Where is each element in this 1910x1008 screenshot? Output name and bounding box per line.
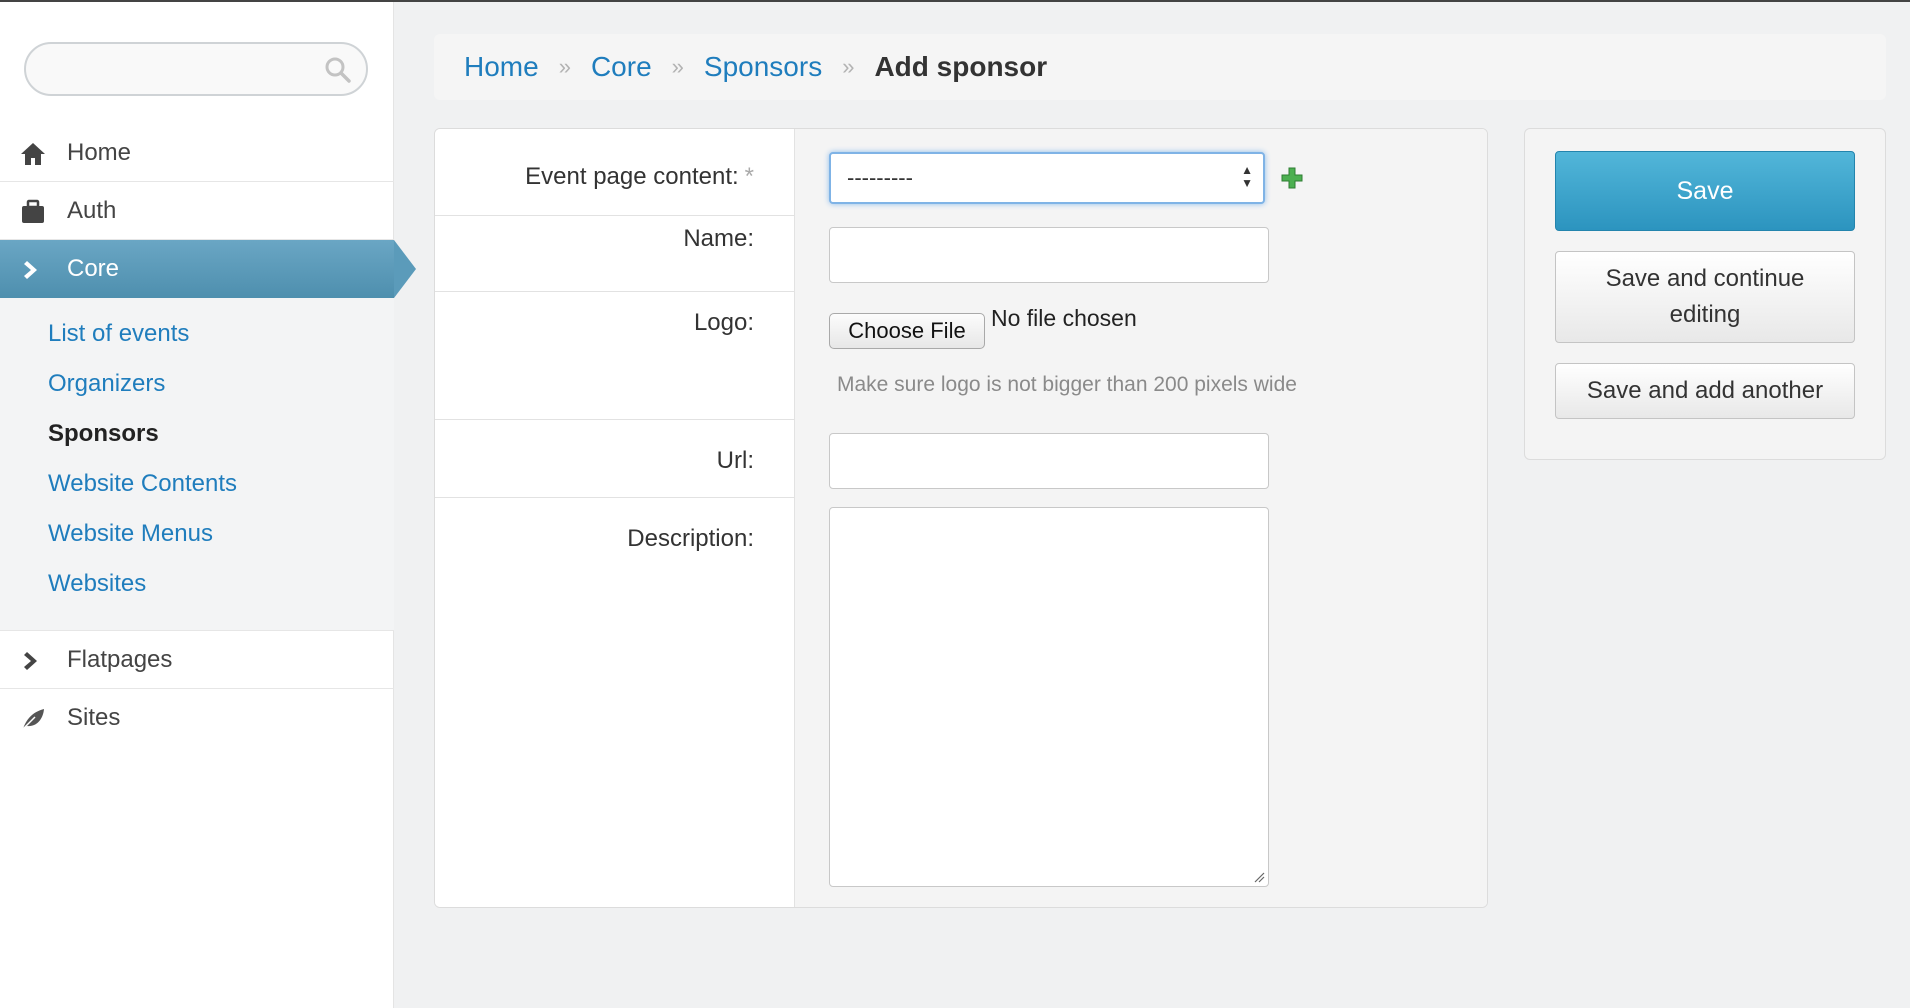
sponsor-form: Event page content: * Name: Logo: Url: De… xyxy=(434,128,1488,908)
event-page-content-select[interactable]: --------- ▲ ▼ xyxy=(829,152,1265,204)
breadcrumb-separator: » xyxy=(671,54,684,79)
resize-handle-icon[interactable] xyxy=(1253,871,1265,883)
sidebar-item-label: Flatpages xyxy=(67,645,173,673)
search-input[interactable] xyxy=(38,50,308,88)
url-label: Url: xyxy=(716,447,754,474)
file-status-text: No file chosen xyxy=(991,305,1137,331)
subnav-websites[interactable]: Websites xyxy=(0,566,394,616)
logo-label: Logo: xyxy=(693,309,754,336)
breadcrumb: Home » Core » Sponsors » Add sponsor xyxy=(434,34,1886,100)
row-divider xyxy=(435,497,795,498)
subnav-list-of-events[interactable]: List of events xyxy=(0,316,394,366)
leaf-icon xyxy=(22,709,44,730)
sidebar-item-label: Core xyxy=(67,255,120,282)
save-add-another-button[interactable]: Save and add another xyxy=(1555,363,1855,419)
row-divider xyxy=(435,419,795,420)
sidebar-item-label: Auth xyxy=(67,196,117,224)
breadcrumb-core[interactable]: Core xyxy=(591,51,652,83)
name-field[interactable] xyxy=(829,227,1269,283)
briefcase-icon xyxy=(22,199,44,223)
form-label-column: Event page content: * Name: Logo: Url: De… xyxy=(435,129,795,907)
breadcrumb-separator: » xyxy=(842,54,855,79)
choose-file-button[interactable]: Choose File xyxy=(829,313,985,349)
select-value: --------- xyxy=(847,165,913,190)
search-box[interactable] xyxy=(24,42,368,96)
save-button[interactable]: Save xyxy=(1555,151,1855,231)
sidebar-nav: Home Auth Core List of events Organizers… xyxy=(0,124,416,747)
row-divider xyxy=(435,291,795,292)
sidebar-item-label: Home xyxy=(67,138,132,166)
sidebar-item-label: Sites xyxy=(67,704,121,731)
page-title: Add sponsor xyxy=(874,51,1048,82)
sidebar: Home Auth Core List of events Organizers… xyxy=(0,2,416,1008)
sidebar-item-sites[interactable]: Sites xyxy=(0,689,394,747)
subnav-website-menus[interactable]: Website Menus xyxy=(0,516,394,566)
subnav-organizers[interactable]: Organizers xyxy=(0,366,394,416)
sidebar-item-flatpages[interactable]: Flatpages xyxy=(0,631,394,689)
submit-row: Save Save and continue editing Save and … xyxy=(1524,128,1886,460)
breadcrumb-separator: » xyxy=(558,54,571,79)
description-label: Description: xyxy=(627,525,754,552)
description-textarea[interactable] xyxy=(829,507,1269,887)
select-arrows-icon: ▲ ▼ xyxy=(1241,163,1253,190)
required-marker: * xyxy=(744,163,754,190)
event-page-content-label: Event page content: * xyxy=(525,163,754,190)
breadcrumb-home[interactable]: Home xyxy=(464,51,539,83)
subnav-sponsors[interactable]: Sponsors xyxy=(0,416,394,466)
sidebar-item-home[interactable]: Home xyxy=(0,124,394,182)
sidebar-item-core[interactable]: Core xyxy=(0,240,416,298)
save-continue-button[interactable]: Save and continue editing xyxy=(1555,251,1855,343)
core-subnav: List of events Organizers Sponsors Websi… xyxy=(0,298,394,631)
sidebar-item-auth[interactable]: Auth xyxy=(0,182,394,240)
row-divider xyxy=(435,215,795,216)
name-label: Name: xyxy=(683,225,754,252)
chevron-right-icon xyxy=(24,652,37,670)
chevron-right-icon xyxy=(24,261,37,279)
add-related-icon[interactable] xyxy=(1281,167,1303,189)
logo-help-text: Make sure logo is not bigger than 200 pi… xyxy=(837,373,1297,396)
url-field[interactable] xyxy=(829,433,1269,489)
breadcrumb-sponsors[interactable]: Sponsors xyxy=(704,51,822,83)
search-icon[interactable] xyxy=(324,56,352,84)
subnav-website-contents[interactable]: Website Contents xyxy=(0,466,394,516)
home-icon xyxy=(21,143,45,165)
